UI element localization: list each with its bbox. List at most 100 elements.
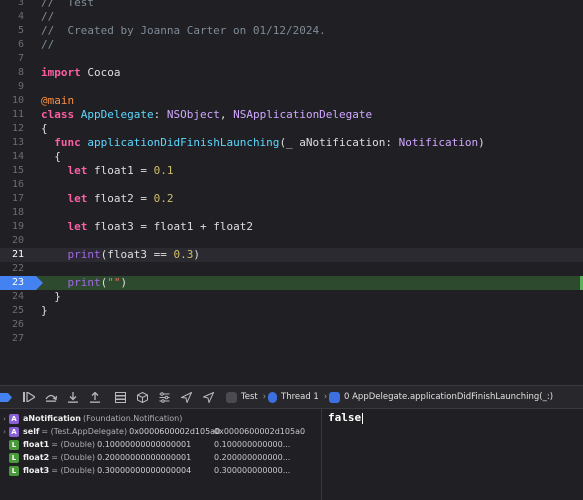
code-token: Cocoa bbox=[80, 66, 121, 79]
code-text[interactable]: // Test bbox=[41, 0, 94, 10]
line-number[interactable]: 8 bbox=[0, 66, 24, 80]
memory-graph-icon[interactable] bbox=[135, 390, 149, 404]
code-line[interactable]: 18 bbox=[0, 206, 583, 220]
line-number[interactable]: 11 bbox=[0, 108, 24, 122]
code-line[interactable]: 13 func applicationDidFinishLaunching(_ … bbox=[0, 136, 583, 150]
code-line[interactable]: 3 // Test bbox=[0, 0, 583, 10]
line-number[interactable]: 23 bbox=[0, 276, 24, 290]
line-number[interactable]: 18 bbox=[0, 206, 24, 220]
line-number[interactable]: 24 bbox=[0, 290, 24, 304]
source-editor[interactable]: 3 // Test 4 // 5 // Created by Joanna Carter … bbox=[0, 0, 583, 385]
line-number[interactable]: 12 bbox=[0, 122, 24, 136]
line-number[interactable]: 7 bbox=[0, 52, 24, 66]
line-number[interactable]: 22 bbox=[0, 262, 24, 276]
code-token: Notification bbox=[398, 136, 479, 149]
code-line[interactable]: 26 bbox=[0, 318, 583, 332]
location-simulation-icon[interactable] bbox=[201, 390, 215, 404]
code-line[interactable]: 14 { bbox=[0, 150, 583, 164]
breadcrumb-frame[interactable]: 0 AppDelegate.applicationDidFinishLaunch… bbox=[329, 390, 553, 404]
code-text[interactable]: { bbox=[41, 122, 48, 136]
line-number[interactable]: 10 bbox=[0, 94, 24, 108]
code-line[interactable]: 16 bbox=[0, 178, 583, 192]
console-view[interactable]: false bbox=[322, 409, 583, 500]
breakpoints-toggle-icon[interactable] bbox=[0, 390, 12, 404]
code-text[interactable]: let float1 = 0.1 bbox=[41, 164, 174, 178]
code-line[interactable]: 23 print("") bbox=[0, 276, 583, 290]
code-line[interactable]: 24 } bbox=[0, 290, 583, 304]
code-token: // bbox=[41, 10, 55, 23]
code-line[interactable]: 8 import Cocoa bbox=[0, 66, 583, 80]
line-number[interactable]: 3 bbox=[0, 0, 24, 10]
step-over-icon[interactable] bbox=[44, 390, 58, 404]
line-number[interactable]: 5 bbox=[0, 24, 24, 38]
variable-row[interactable]: Lfloat2 = (Double) 0.20000000000000001 0.20… bbox=[0, 451, 321, 464]
variable-row[interactable]: Lfloat1 = (Double) 0.10000000000000001 0.10… bbox=[0, 438, 321, 451]
line-number[interactable]: 6 bbox=[0, 38, 24, 52]
code-text[interactable]: // Created by Joanna Carter on 01/12/202… bbox=[41, 24, 326, 38]
disclosure-triangle-icon[interactable]: › bbox=[0, 415, 9, 423]
code-line[interactable]: 22 bbox=[0, 262, 583, 276]
line-number[interactable]: 25 bbox=[0, 304, 24, 318]
line-number[interactable]: 16 bbox=[0, 178, 24, 192]
line-number[interactable]: 19 bbox=[0, 220, 24, 234]
thread-icon bbox=[268, 391, 277, 403]
code-line[interactable]: 19 let float3 = float1 + float2 bbox=[0, 220, 583, 234]
code-line[interactable]: 10 @main bbox=[0, 94, 583, 108]
variable-row[interactable]: › Aself = (Test.AppDelegate) 0x0000600002d1… bbox=[0, 425, 321, 438]
code-line[interactable]: 7 bbox=[0, 52, 583, 66]
code-text[interactable]: import Cocoa bbox=[41, 66, 121, 80]
line-number[interactable]: 14 bbox=[0, 150, 24, 164]
code-text[interactable]: func applicationDidFinishLaunching(_ aNo… bbox=[41, 136, 485, 150]
code-line[interactable]: 20 bbox=[0, 234, 583, 248]
code-token: AppDelegate bbox=[80, 108, 154, 121]
code-text[interactable]: let float3 = float1 + float2 bbox=[41, 220, 253, 234]
line-number[interactable]: 27 bbox=[0, 332, 24, 346]
code-line[interactable]: 4 // bbox=[0, 10, 583, 24]
line-number[interactable]: 26 bbox=[0, 318, 24, 332]
code-line[interactable]: 5 // Created by Joanna Carter on 01/12/20… bbox=[0, 24, 583, 38]
line-number[interactable]: 13 bbox=[0, 136, 24, 150]
code-text[interactable]: // bbox=[41, 38, 54, 52]
code-line[interactable]: 21 print(float3 == 0.3) bbox=[0, 248, 583, 262]
frame-label: 0 AppDelegate.applicationDidFinishLaunch… bbox=[344, 392, 554, 402]
variables-view[interactable]: › AaNotification (Foundation.Notification)… bbox=[0, 409, 322, 500]
code-line[interactable]: 15 let float1 = 0.1 bbox=[0, 164, 583, 178]
breadcrumb-target[interactable]: Test › bbox=[226, 390, 266, 404]
disclosure-triangle-icon[interactable]: › bbox=[0, 428, 9, 436]
code-line[interactable]: 17 let float2 = 0.2 bbox=[0, 192, 583, 206]
variable-row[interactable]: Lfloat3 = (Double) 0.30000000000000004 0.30… bbox=[0, 464, 321, 477]
code-line[interactable]: 9 bbox=[0, 80, 583, 94]
step-into-icon[interactable] bbox=[66, 390, 80, 404]
variable-row[interactable]: › AaNotification (Foundation.Notification) bbox=[0, 412, 321, 425]
code-text[interactable]: // bbox=[41, 10, 54, 24]
line-number[interactable]: 4 bbox=[0, 10, 24, 24]
code-text[interactable]: print(float3 == 0.3) bbox=[41, 248, 200, 262]
code-line[interactable]: 6 // bbox=[0, 38, 583, 52]
line-number[interactable]: 17 bbox=[0, 192, 24, 206]
code-text[interactable]: print("") bbox=[41, 276, 128, 290]
share-icon[interactable] bbox=[179, 390, 193, 404]
code-text[interactable]: class AppDelegate: NSObject, NSApplicati… bbox=[41, 108, 372, 122]
code-text[interactable]: } bbox=[41, 290, 61, 304]
console-output[interactable]: false bbox=[328, 411, 364, 424]
code-token: print bbox=[67, 248, 101, 261]
continue-icon[interactable] bbox=[22, 390, 36, 404]
code-line[interactable]: 11 class AppDelegate: NSObject, NSApplica… bbox=[0, 108, 583, 122]
environment-overrides-icon[interactable] bbox=[157, 390, 171, 404]
code-text[interactable]: { bbox=[41, 150, 61, 164]
step-out-icon[interactable] bbox=[88, 390, 102, 404]
code-line[interactable]: 12 { bbox=[0, 122, 583, 136]
code-text[interactable]: @main bbox=[41, 94, 74, 108]
line-number[interactable]: 21 bbox=[0, 248, 24, 262]
debug-view-hierarchy-icon[interactable] bbox=[113, 390, 127, 404]
line-number[interactable]: 20 bbox=[0, 234, 24, 248]
line-number[interactable]: 9 bbox=[0, 80, 24, 94]
code-line[interactable]: 27 bbox=[0, 332, 583, 346]
line-number[interactable]: 15 bbox=[0, 164, 24, 178]
code-text[interactable]: let float2 = 0.2 bbox=[41, 192, 174, 206]
code-text[interactable]: } bbox=[41, 304, 48, 318]
code-line[interactable]: 25} bbox=[0, 304, 583, 318]
breadcrumb-thread[interactable]: Thread 1 › bbox=[268, 390, 327, 404]
code-token: func bbox=[54, 136, 81, 149]
